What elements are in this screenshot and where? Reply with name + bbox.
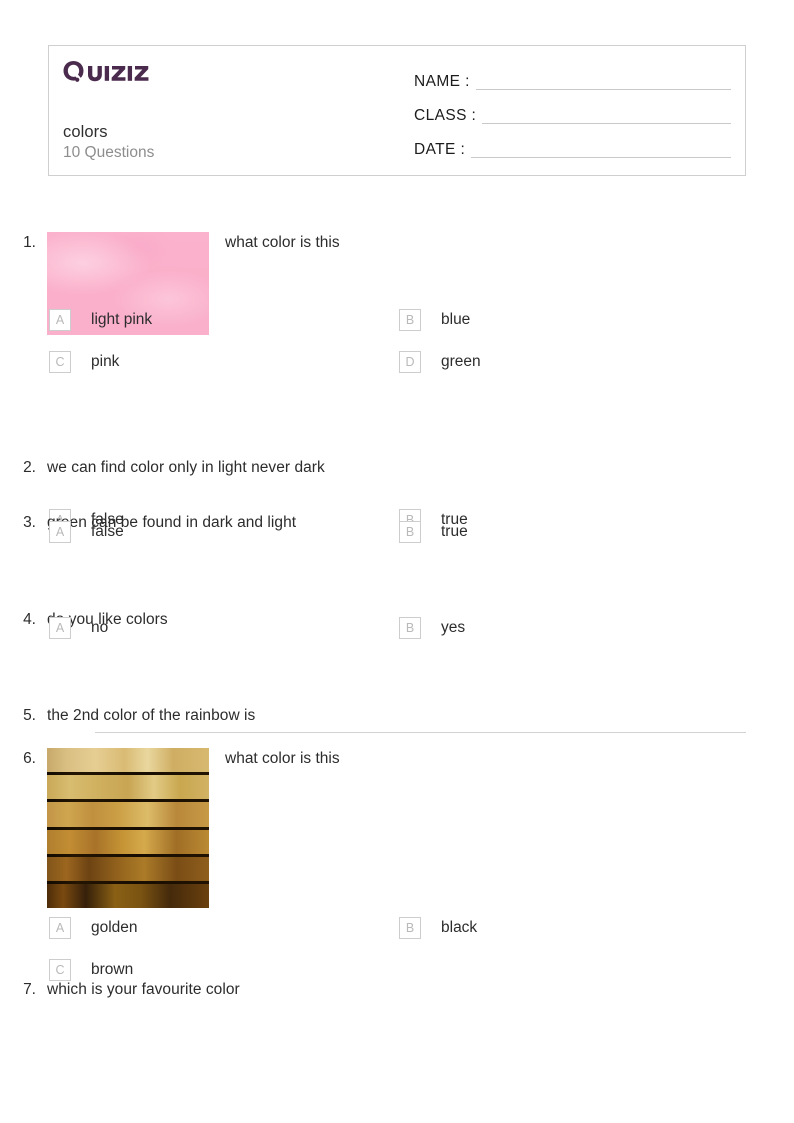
option-6-a[interactable]: A golden [49,917,138,939]
option-letter-box: B [399,917,421,939]
golden-color-swatch [47,748,209,909]
class-field-input[interactable] [482,123,731,124]
option-letter-box: B [399,309,421,331]
question-text-6: what color is this [225,750,340,767]
header-fields-panel: NAME : CLASS : DATE : [414,46,745,175]
option-label: yes [441,619,466,636]
question-number-3: 3. [23,514,36,531]
date-field-input[interactable] [471,157,731,158]
option-1-b[interactable]: B blue [399,309,470,331]
gold-band [47,883,209,909]
name-field-label: NAME : [414,73,470,90]
question-block-5: 5. the 2nd color of the rainbow is [0,660,794,733]
question-block-6: 6. what color is this A golden B black C… [0,724,794,981]
option-6-b[interactable]: B black [399,917,477,939]
gold-band [47,856,209,881]
quizizz-logo-icon [62,59,154,85]
quiz-title: colors [63,123,108,141]
option-3-a[interactable]: A false [49,521,124,543]
option-letter-box: A [49,917,71,939]
name-field-row: NAME : [414,70,745,92]
question-number-7: 7. [23,981,36,998]
questions-list: 1. what color is this A light pink B blu… [0,176,794,1014]
option-letter-box: A [49,521,71,543]
question-block-4: 4. do you like colors A no B yes [0,562,794,660]
option-label: no [91,619,109,636]
header-left-panel: colors 10 Questions [49,46,414,175]
option-letter-box: B [399,521,421,543]
gold-band [47,829,209,854]
class-field-label: CLASS : [414,107,477,124]
option-letter-box: B [399,617,421,639]
question-block-2: 2. we can find color only in light never… [0,366,794,531]
option-label: golden [91,919,138,936]
question-block-1: 1. what color is this A light pink B blu… [0,176,794,373]
question-number-6: 6. [23,750,36,767]
option-letter-box: A [49,617,71,639]
option-label: black [441,919,478,936]
option-letter-box: A [49,309,71,331]
worksheet-header-card: colors 10 Questions NAME : CLASS : DATE … [48,45,746,176]
question-image-6 [47,748,209,909]
gold-band [47,802,209,827]
option-label: light pink [91,311,153,328]
date-field-label: DATE : [414,141,466,158]
class-field-row: CLASS : [414,104,745,126]
question-count-label: 10 Questions [63,144,155,161]
option-4-b[interactable]: B yes [399,617,465,639]
option-label: blue [441,311,471,328]
worksheet-page: colors 10 Questions NAME : CLASS : DATE … [0,0,794,1123]
gold-band [47,748,209,773]
question-number-4: 4. [23,611,36,628]
option-3-b[interactable]: B true [399,521,468,543]
question-block-7: 7. which is your favourite color [0,974,794,1014]
name-field-input[interactable] [475,89,731,90]
date-field-row: DATE : [414,138,745,160]
option-label: true [441,523,468,540]
question-text-1: what color is this [225,234,340,251]
option-label: false [91,523,124,540]
gold-band [47,775,209,800]
option-4-a[interactable]: A no [49,617,108,639]
question-block-3: 3. green can be found in dark and light … [0,464,794,562]
question-number-1: 1. [23,234,36,251]
option-1-a[interactable]: A light pink [49,309,152,331]
question-text-7: which is your favourite color [47,981,240,998]
